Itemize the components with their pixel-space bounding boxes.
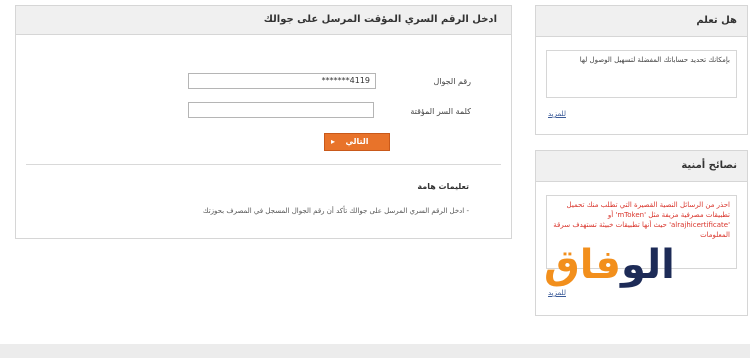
alwafaq-watermark-logo: الوفاق bbox=[544, 240, 675, 290]
security-tips-title: نصائح أمنية bbox=[536, 151, 747, 182]
logo-text-dark: الو bbox=[620, 242, 675, 288]
security-tips-more-link[interactable]: للمزيد bbox=[548, 289, 566, 297]
did-you-know-title: هل تعلم bbox=[536, 6, 747, 37]
mobile-number-field[interactable]: *******4119 bbox=[188, 73, 376, 89]
security-tips-box: نصائح أمنية احذر من الرسائل النصية القصي… bbox=[535, 150, 748, 316]
instructions-item: - ادخل الرقم السري المرسل على جوالك تأكد… bbox=[202, 207, 469, 215]
otp-password-field[interactable] bbox=[188, 102, 374, 118]
logo-text-orange: فاق bbox=[544, 242, 621, 288]
did-you-know-box: هل تعلم بإمكانك تحديد حساباتك المفضلة لت… bbox=[535, 5, 748, 135]
did-you-know-text: بإمكانك تحديد حساباتك المفضلة لتسهيل الو… bbox=[546, 50, 737, 98]
otp-form-panel: ادخل الرقم السري المؤقت المرسل على جوالك… bbox=[15, 5, 512, 239]
form-title: ادخل الرقم السري المؤقت المرسل على جوالك bbox=[16, 6, 511, 35]
arrow-icon: ▸ bbox=[331, 137, 336, 146]
section-divider bbox=[26, 164, 501, 165]
did-you-know-more-link[interactable]: للمزيد bbox=[548, 110, 566, 118]
next-button[interactable]: التالي ▸ bbox=[324, 133, 390, 151]
instructions-title: تعليمات هامة bbox=[417, 182, 469, 191]
mobile-label: رقم الجوال bbox=[433, 77, 471, 86]
footer-bar bbox=[0, 344, 750, 358]
otp-label: كلمة السر المؤقتة bbox=[410, 107, 471, 116]
next-button-label: التالي bbox=[345, 137, 369, 146]
